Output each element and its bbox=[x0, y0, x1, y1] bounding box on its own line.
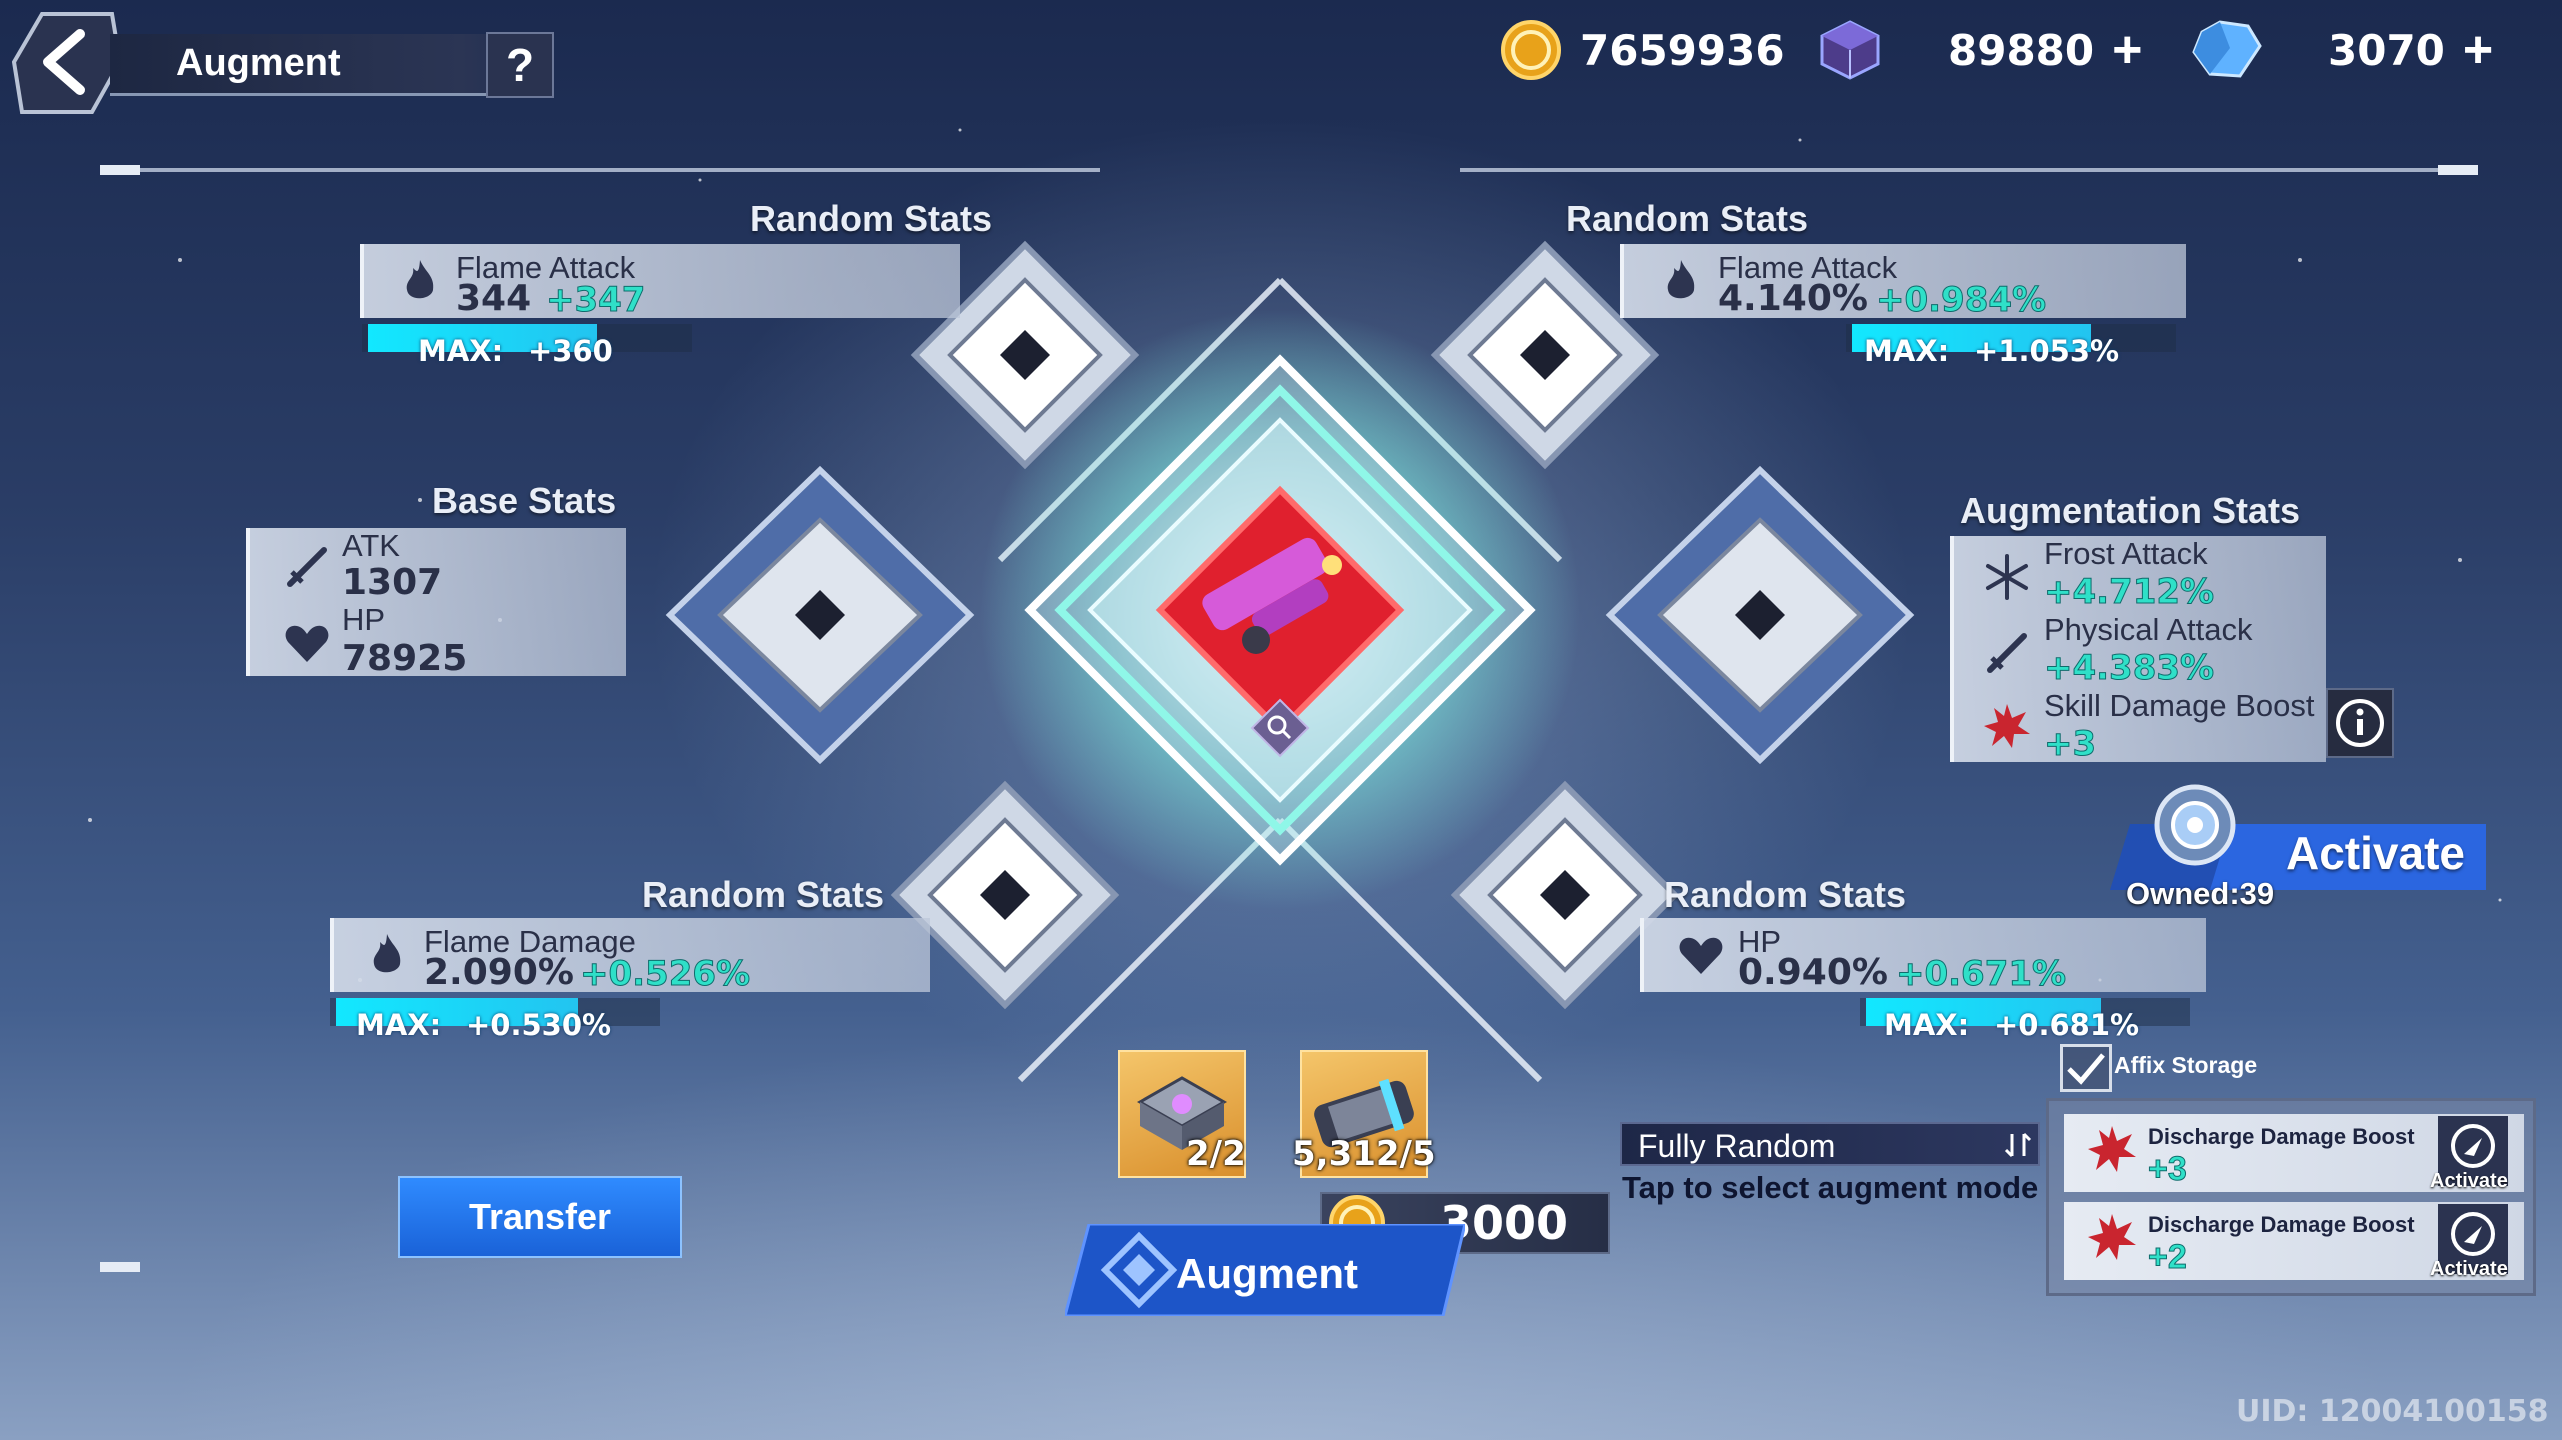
currency-crystal: 3070 + bbox=[2190, 18, 2493, 82]
augment-mode-hint: Tap to select augment mode bbox=[1622, 1170, 2039, 1205]
material-count: 5,312/5 bbox=[1292, 1134, 1436, 1174]
gold-coin-icon bbox=[1501, 20, 1561, 80]
section-label-random-stats: Random Stats bbox=[1664, 874, 1907, 915]
augment-mode-value: Fully Random bbox=[1638, 1128, 1836, 1164]
blue-crystal-icon bbox=[2192, 20, 2262, 78]
affix-storage-checkbox[interactable] bbox=[2060, 1044, 2112, 1092]
stat-value: 344 bbox=[456, 278, 532, 319]
base-stat-slot[interactable] bbox=[660, 465, 980, 765]
stat-bonus: +0.671% bbox=[1895, 954, 2067, 995]
material-count: 2/2 bbox=[1186, 1134, 1246, 1174]
stat-plate-top-left bbox=[360, 244, 960, 318]
transfer-button[interactable]: Transfer bbox=[398, 1176, 682, 1258]
max-label: MAX: bbox=[1884, 1008, 1970, 1042]
checkmark-icon bbox=[2067, 1053, 2105, 1085]
section-label-random-stats: Random Stats bbox=[1566, 198, 1809, 239]
explosion-icon bbox=[1984, 704, 2030, 748]
stat-bonus: +3 bbox=[2043, 724, 2097, 765]
info-button[interactable] bbox=[2326, 688, 2394, 758]
currency-gold: 7659936 bbox=[1500, 18, 1785, 82]
section-label-augmentation-stats: Augmentation Stats bbox=[1960, 490, 2301, 531]
cube-amount: 89880 bbox=[1948, 25, 2095, 75]
heart-icon bbox=[1679, 937, 1723, 974]
augment-button-label: Augment bbox=[1176, 1250, 1358, 1297]
max-value: +0.530% bbox=[466, 1008, 612, 1042]
currency-cube: 89880 + bbox=[1816, 18, 2143, 82]
page-title: Augment bbox=[176, 42, 341, 84]
info-icon bbox=[2336, 699, 2384, 747]
stat-name: Skill Damage Boost bbox=[2044, 688, 2315, 723]
stat-name: Frost Attack bbox=[2044, 536, 2208, 571]
stat-bonus: +0.526% bbox=[579, 954, 751, 995]
stat-value: 0.940% bbox=[1738, 952, 1888, 993]
help-button[interactable]: ? bbox=[486, 32, 554, 98]
stat-bonus: +4.383% bbox=[2043, 648, 2215, 689]
owned-count: Owned:39 bbox=[2126, 876, 2275, 911]
activate-affix-label: Activate bbox=[2430, 1170, 2508, 1192]
stat-value: 4.140% bbox=[1718, 278, 1868, 319]
stat-value: 2.090% bbox=[424, 952, 574, 993]
stat-bonus: +0.984% bbox=[1875, 280, 2047, 321]
sword-icon bbox=[1987, 633, 2027, 673]
stat-bonus: +4.712% bbox=[2043, 572, 2215, 613]
stat-name: Physical Attack bbox=[2044, 612, 2253, 647]
max-value: +360 bbox=[528, 334, 613, 368]
frame-line-top-right bbox=[1460, 168, 2460, 172]
stat-value: 78925 bbox=[342, 638, 468, 679]
affix-name: Discharge Damage Boost bbox=[2148, 1212, 2415, 1237]
affix-value: +3 bbox=[2148, 1150, 2188, 1189]
user-id: UID: 12004100158 bbox=[2236, 1394, 2549, 1429]
heart-icon bbox=[285, 625, 329, 662]
flame-icon bbox=[1667, 260, 1695, 299]
frame-dash bbox=[100, 1262, 140, 1272]
max-value: +0.681% bbox=[1994, 1008, 2140, 1042]
snowflake-icon bbox=[1986, 554, 2028, 600]
purple-cube-icon bbox=[1820, 20, 1880, 80]
augmentation-stat-slot[interactable] bbox=[1600, 465, 1920, 765]
affix-value: +2 bbox=[2148, 1238, 2188, 1277]
swap-icon bbox=[2004, 1132, 2032, 1158]
flame-icon bbox=[406, 260, 434, 299]
stat-value: 1307 bbox=[342, 562, 443, 603]
affix-storage-title: Affix Storage bbox=[2114, 1052, 2258, 1078]
affix-name: Discharge Damage Boost bbox=[2148, 1124, 2415, 1149]
discharge-icon bbox=[2088, 1126, 2136, 1172]
section-label-random-stats: Random Stats bbox=[642, 874, 885, 915]
back-button[interactable] bbox=[12, 10, 122, 116]
add-crystal-button[interactable]: + bbox=[2463, 24, 2493, 76]
flame-icon bbox=[373, 934, 401, 973]
max-value: +1.053% bbox=[1974, 334, 2120, 368]
max-label: MAX: bbox=[1864, 334, 1950, 368]
crystal-amount: 3070 bbox=[2328, 25, 2445, 75]
gold-amount: 7659936 bbox=[1580, 25, 1785, 75]
discharge-icon bbox=[2088, 1214, 2136, 1260]
max-label: MAX: bbox=[418, 334, 504, 368]
max-label: MAX: bbox=[356, 1008, 442, 1042]
stat-name: ATK bbox=[342, 528, 400, 563]
section-label-base-stats: Base Stats bbox=[432, 480, 617, 521]
add-cube-button[interactable]: + bbox=[2112, 24, 2142, 76]
stat-name: HP bbox=[342, 602, 386, 637]
frame-line-top-left bbox=[100, 168, 1100, 172]
activate-label: Activate bbox=[2286, 827, 2465, 879]
frame-dash bbox=[2438, 165, 2478, 175]
compass-icon bbox=[2154, 784, 2236, 866]
stat-bonus: +347 bbox=[545, 280, 646, 321]
frame-dash bbox=[100, 165, 140, 175]
section-label-random-stats: Random Stats bbox=[750, 198, 993, 239]
activate-affix-label: Activate bbox=[2430, 1258, 2508, 1280]
sword-icon bbox=[287, 547, 327, 587]
